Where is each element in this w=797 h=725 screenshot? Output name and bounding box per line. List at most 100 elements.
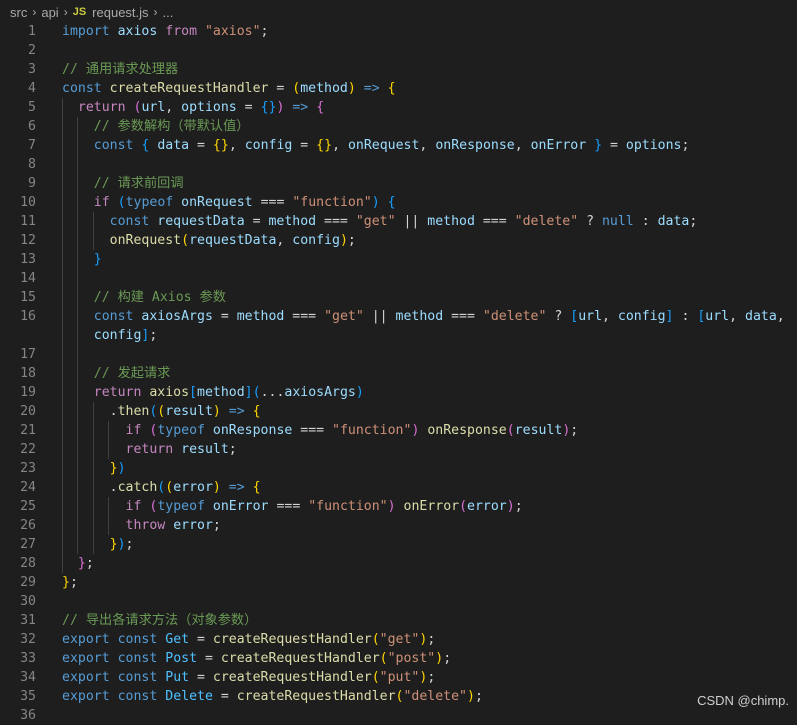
code-line[interactable]: 13 } [0,250,797,269]
code-line[interactable]: 24 .catch((error) => { [0,478,797,497]
line-number: 4 [28,81,36,96]
code-line[interactable]: 30 [0,592,797,611]
code-token: export [62,689,110,704]
code-token: ? [578,214,602,229]
code-line[interactable]: 2 [0,41,797,60]
code-line[interactable]: 3 // 通用请求处理器 [0,60,797,79]
code-token: ) [387,499,396,514]
code-line[interactable]: 14 [0,269,797,288]
code-text: }; [62,554,94,573]
code-token: === [284,309,325,324]
code-token: typeof [125,195,174,210]
code-token: , [514,138,531,153]
code-line[interactable]: 4 const createRequestHandler = (method) =… [0,79,797,98]
breadcrumb-src[interactable]: src [10,5,27,20]
code-line[interactable]: 18 // 发起请求 [0,364,797,383]
code-token: ; [570,423,579,438]
code-token: === [292,423,333,438]
code-token: ; [474,689,483,704]
code-line[interactable]: config]; [0,326,797,345]
code-line[interactable]: 23 }) [0,459,797,478]
code-token: ; [347,233,356,248]
code-editor[interactable]: 1 import axios from "axios"; 2 3// 通用请求处理器 4… [0,22,797,723]
code-token: config [244,138,293,153]
code-line[interactable]: 28 }; [0,554,797,573]
code-token: = [244,214,269,229]
code-token: = [268,81,293,96]
code-token: , [276,233,293,248]
code-token: ( [165,480,174,495]
breadcrumb-more[interactable]: ... [163,5,174,20]
line-number: 30 [20,594,36,609]
code-line[interactable]: 27 }); [0,535,797,554]
code-line[interactable]: 15 // 构建 Axios 参数 [0,288,797,307]
code-token: Get [165,632,190,647]
code-token: Put [165,670,190,685]
code-line[interactable]: 10 if (typeof onRequest === "function") … [0,193,797,212]
code-line[interactable]: 26 throw error; [0,516,797,535]
code-token: const [109,214,150,229]
code-text: export const Get = createRequestHandler(… [62,630,435,649]
code-text: if (typeof onRequest === "function") { [62,193,396,212]
code-line[interactable]: 21 if (typeof onResponse === "function")… [0,421,797,440]
code-text: export const Post = createRequestHandler… [62,649,451,668]
code-line[interactable]: 1 import axios from "axios"; [0,22,797,41]
code-line[interactable]: 8 [0,155,797,174]
code-line[interactable]: 35 export const Delete = createRequestHan… [0,687,797,706]
code-line[interactable]: 29}; [0,573,797,592]
code-token: ; [689,214,698,229]
code-token: {} [260,100,277,115]
code-token: axios [149,385,190,400]
code-token: ) [117,537,126,552]
code-token: === [443,309,483,324]
code-token: typeof [157,499,205,514]
code-token: , [602,309,618,324]
code-token: createRequestHandler [212,670,372,685]
breadcrumb-file[interactable]: request.js [92,5,148,20]
code-token: ) [355,385,364,400]
code-token: "delete" [403,689,467,704]
code-token: ) [117,461,126,476]
code-text: }) [62,459,126,478]
code-token: ] [665,309,674,324]
code-line[interactable]: 5 return (url, options = {}) => { [0,98,797,117]
code-text: export const Put = createRequestHandler(… [62,668,435,687]
code-line[interactable]: 31 // 导出各请求方法（对象参数） [0,611,797,630]
code-line[interactable]: 34 export const Put = createRequestHandle… [0,668,797,687]
code-token: , [165,100,182,115]
line-number: 34 [20,670,36,685]
code-token: ) [339,233,348,248]
code-text: onRequest(requestData, config); [62,231,356,250]
code-line[interactable]: 22 return result; [0,440,797,459]
code-line[interactable]: 7 const { data = {}, config = {}, onRequ… [0,136,797,155]
code-line[interactable]: 6 // 参数解构（带默认值） [0,117,797,136]
code-token: const [93,138,134,153]
code-token: ( [117,195,126,210]
code-line[interactable]: 33 export const Post = createRequestHandl… [0,649,797,668]
code-line[interactable]: 32 export const Get = createRequestHandle… [0,630,797,649]
code-line[interactable]: 25 if (typeof onError === "function") on… [0,497,797,516]
code-line[interactable]: 11 const requestData = method === "get" … [0,212,797,231]
code-token: url [141,100,166,115]
code-line[interactable]: 19 return axios[method](...axiosArgs) [0,383,797,402]
code-text: // 参数解构（带默认值） [62,117,250,136]
code-line[interactable]: 16 const axiosArgs = method === "get" ||… [0,307,797,326]
breadcrumb-api[interactable]: api [41,5,58,20]
code-line[interactable]: 9 // 请求前回调 [0,174,797,193]
code-line[interactable]: 12 onRequest(requestData, config); [0,231,797,250]
code-line[interactable]: 20 .then((result) => { [0,402,797,421]
indent-guide [62,345,63,364]
code-line[interactable]: 17 [0,345,797,364]
code-token: then [117,404,150,419]
code-token: , [332,138,348,153]
